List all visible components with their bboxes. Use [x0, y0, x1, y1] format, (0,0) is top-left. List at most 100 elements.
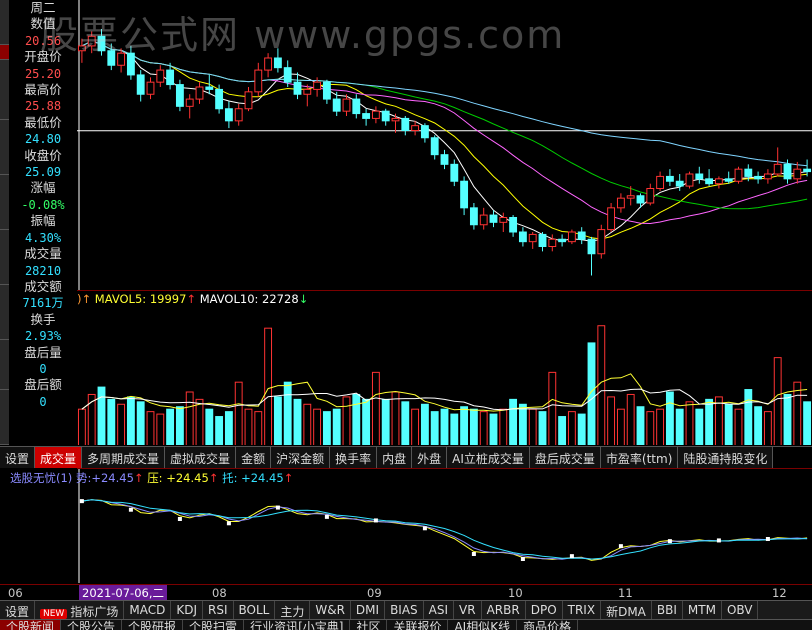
volume-chart[interactable]: [77, 290, 812, 445]
volume-bar: [714, 396, 723, 445]
indicator-tab[interactable]: VR: [454, 601, 482, 620]
side-tab[interactable]: [0, 60, 9, 120]
candle-body: [273, 57, 282, 69]
indicator-tab[interactable]: NEW 指标广场: [35, 601, 125, 620]
date-tick: 09: [367, 586, 382, 600]
indicator-tab[interactable]: KDJ: [171, 601, 203, 620]
side-tab[interactable]: [0, 175, 9, 230]
volume-bar: [126, 396, 135, 445]
info-rows: 开盘价 25.20 最高价 25.88 最低价 24.80 收盘价 25.09 涨幅 -0.08%…: [10, 49, 76, 410]
indicator-tab-label: BBI: [656, 603, 677, 617]
volume-svg[interactable]: [77, 291, 812, 445]
volume-tab[interactable]: 市盈率(ttm): [600, 447, 679, 468]
candle-body: [607, 207, 616, 231]
volume-tab[interactable]: 设置: [0, 447, 36, 468]
indicator-tab[interactable]: RSI: [203, 601, 234, 620]
volume-tab[interactable]: 虚拟成交量: [165, 447, 237, 468]
indicator-tab[interactable]: 主力: [275, 601, 311, 620]
news-tab[interactable]: 行业资讯[小宝典]: [244, 620, 351, 630]
side-tab[interactable]: [0, 285, 9, 340]
side-tab[interactable]: [0, 120, 9, 175]
news-tab[interactable]: 个股新闻: [0, 620, 62, 630]
news-tab[interactable]: AI相似K线: [448, 620, 518, 630]
volume-tab[interactable]: 成交量: [35, 447, 83, 468]
volume-tab[interactable]: 沪深金额: [271, 447, 331, 468]
candle-body: [420, 125, 429, 139]
mavol10-label: MAVOL10:: [199, 292, 259, 306]
candle-body: [734, 168, 743, 182]
volume-bar: [695, 408, 704, 445]
volume-bar: [77, 408, 86, 445]
kline-chart[interactable]: [77, 0, 812, 290]
indicator-tab[interactable]: DMI: [351, 601, 386, 620]
indicator-tab[interactable]: ASI: [424, 601, 455, 620]
indicator-marker: [569, 554, 574, 559]
volume-tab[interactable]: 外盘: [412, 447, 448, 468]
indicator-tab[interactable]: DPO: [526, 601, 563, 620]
volume-bar: [518, 403, 527, 445]
indicator-name: 选股无忧(1): [10, 471, 73, 485]
volume-bar: [136, 401, 145, 445]
info-value: 0: [39, 361, 47, 376]
indicator-tab[interactable]: MACD: [124, 601, 172, 620]
indicator-tab[interactable]: TRIX: [563, 601, 602, 620]
news-tab[interactable]: 个股扫雷: [183, 620, 245, 630]
side-tab[interactable]: [0, 45, 9, 60]
volume-bar: [793, 381, 802, 445]
side-tab[interactable]: [0, 390, 9, 445]
indicator-marker: [667, 539, 672, 544]
indicator-tab-label: DPO: [530, 603, 557, 617]
indicator-tab[interactable]: BIAS: [385, 601, 424, 620]
volume-bar: [254, 411, 263, 445]
volume-tab[interactable]: 陆股通持股变化: [678, 447, 774, 468]
indicator-tab[interactable]: BBI: [652, 601, 683, 620]
volume-bar: [763, 411, 772, 445]
kline-svg[interactable]: [77, 0, 812, 290]
indicator-tab[interactable]: 设置: [0, 601, 36, 620]
volume-tab[interactable]: 金额: [236, 447, 272, 468]
info-value: 25.88: [24, 99, 62, 114]
info-label: 成交量: [24, 246, 62, 262]
volume-tab[interactable]: 内盘: [377, 447, 413, 468]
volume-bar: [342, 396, 351, 445]
news-tab[interactable]: 商品价格: [517, 620, 579, 630]
candle-body: [763, 173, 772, 180]
info-label: 最低价: [24, 114, 62, 130]
candle-body: [489, 214, 498, 223]
indicator-tab[interactable]: 新DMA: [601, 601, 652, 620]
volume-bar: [401, 401, 410, 445]
volume-tab[interactable]: 多周期成交量: [82, 447, 166, 468]
candle-body: [518, 231, 527, 243]
indicator-tab[interactable]: W&R: [310, 601, 351, 620]
candle-body: [401, 117, 410, 131]
candle-body: [156, 69, 165, 83]
indicator-tab[interactable]: OBV: [722, 601, 759, 620]
news-tab[interactable]: 关联报价: [387, 620, 449, 630]
indicator-marker: [128, 507, 133, 512]
indicator-tab[interactable]: BOLL: [234, 601, 276, 620]
news-tab[interactable]: 个股研报: [122, 620, 184, 630]
indicator-marker: [765, 537, 770, 541]
candle-body: [224, 108, 233, 122]
tuo-value: +24.45: [241, 471, 284, 485]
indicator-marker: [520, 557, 525, 561]
candle-body: [636, 195, 645, 204]
side-tab[interactable]: [0, 230, 9, 285]
indicator-tab[interactable]: ARBR: [482, 601, 526, 620]
volume-tab[interactable]: 换手率: [330, 447, 378, 468]
candle-body: [509, 217, 518, 233]
volume-tab[interactable]: 盘后成交量: [529, 447, 601, 468]
candle-body: [754, 175, 763, 180]
news-tab[interactable]: 个股公告: [61, 620, 123, 630]
indicator-tab[interactable]: MTM: [683, 601, 722, 620]
side-tab[interactable]: [0, 0, 9, 45]
volume-bar: [734, 408, 743, 445]
news-tab[interactable]: 社区: [350, 620, 388, 630]
indicator-tab-label: RSI: [208, 603, 228, 617]
indicator-svg[interactable]: [77, 469, 812, 583]
tuo-line: [81, 499, 808, 560]
indicator-tab-label: DMI: [355, 603, 380, 617]
volume-bar: [362, 398, 371, 445]
volume-tab[interactable]: AI立桩成交量: [447, 447, 530, 468]
side-tab[interactable]: [0, 340, 9, 390]
